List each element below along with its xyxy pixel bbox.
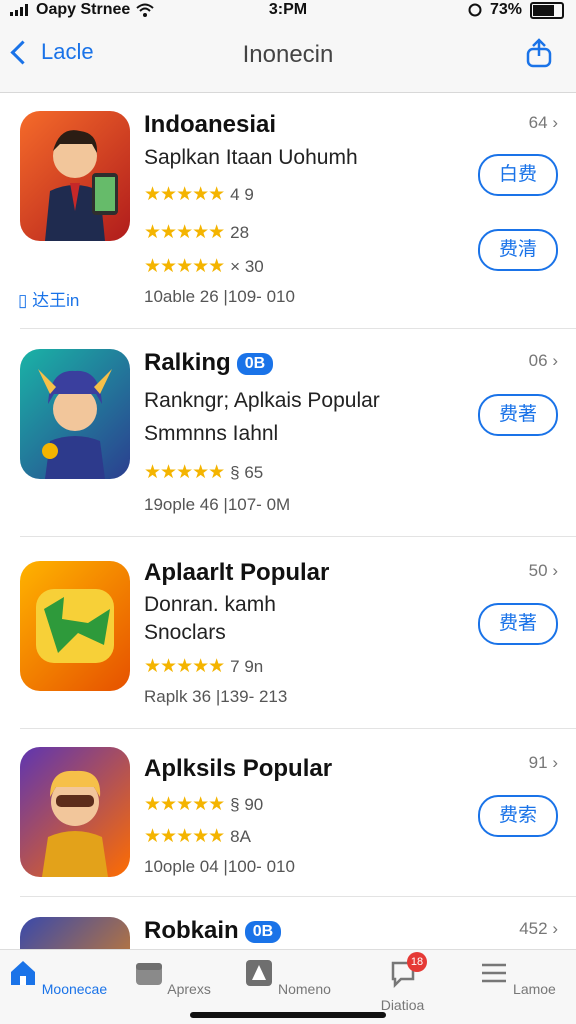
app-meta: 10ople 04 |100- 010: [144, 857, 295, 876]
rating: ★★★★★ § 65: [144, 462, 264, 483]
app-name: Robkain 0B: [144, 917, 282, 945]
rating: ★★★★★ 28: [144, 222, 250, 243]
list-item[interactable]: Indoanesiai Saplkan Itaan Uohumh ★★★★★ 4 …: [0, 93, 576, 329]
get-button[interactable]: 费著: [478, 394, 558, 436]
app-badge: 0B: [236, 352, 274, 375]
app-icon: [20, 917, 130, 949]
home-icon: [10, 961, 35, 985]
rating: ★★★★★ 8A: [144, 826, 251, 847]
app-meta: 10able 26 |109- 010: [144, 287, 295, 306]
star-rating-icon: ★★★★★: [144, 656, 225, 677]
apps-icon: [136, 963, 163, 985]
rank-link[interactable]: 452 ›: [519, 919, 558, 939]
battery-percent: 73%: [489, 1, 522, 18]
battery-icon: [530, 1, 564, 19]
tab-bar: Moonecae Aprexs Nomeno 18 Diatioa Lamoe: [0, 949, 576, 1024]
app-subtitle: Rankngr; Aplkais Popular: [144, 389, 380, 412]
tab-updates[interactable]: 18 Diatioa: [345, 952, 460, 1013]
app-icon: [20, 561, 130, 691]
rank-link[interactable]: 06 ›: [529, 351, 558, 371]
get-button[interactable]: 费索: [478, 795, 558, 837]
page-title: Inonecin: [242, 41, 334, 68]
chevron-right-icon: ›: [552, 919, 558, 938]
navigation-bar: Lacle Inonecin: [0, 22, 576, 93]
rank-link[interactable]: 64 ›: [529, 113, 558, 133]
home-indicator: [190, 1012, 386, 1018]
games-icon: [246, 960, 273, 986]
star-rating-icon: ★★★★★: [144, 222, 225, 243]
list-item[interactable]: Robkain 0B 452 ›: [0, 897, 576, 949]
app-name: Indoanesiai: [144, 111, 277, 138]
app-meta: 19ople 46 |107- 0M: [144, 495, 291, 514]
app-meta: Raplk 36 |139- 213: [144, 687, 288, 706]
app-name: Aplaarlt Popular: [144, 559, 330, 586]
star-rating-icon: ★★★★★: [144, 462, 225, 483]
app-icon: [20, 111, 130, 241]
chevron-right-icon: ›: [552, 561, 558, 580]
get-button[interactable]: 费著: [478, 603, 558, 645]
chevron-right-icon: ›: [552, 351, 558, 370]
orientation-lock-icon: [468, 3, 482, 17]
app-subtitle-2: Snoclars: [144, 621, 226, 644]
tab-home[interactable]: Moonecae: [0, 958, 115, 997]
app-icon: [20, 747, 130, 877]
tab-apps[interactable]: Aprexs: [115, 958, 230, 997]
app-subtitle-2: Smmnns Iahnl: [144, 422, 279, 445]
star-rating-icon: ★★★★★: [144, 826, 225, 847]
status-bar: Oapy Strnee 3:PM 73%: [0, 0, 576, 22]
chevron-right-icon: ›: [552, 113, 558, 132]
rating: ★★★★★ 7 9n: [144, 656, 264, 677]
rank-link[interactable]: 50 ›: [529, 561, 558, 581]
tab-games[interactable]: Nomeno: [230, 958, 345, 997]
get-button[interactable]: 白费: [478, 154, 558, 196]
chevron-right-icon: ›: [552, 753, 558, 772]
app-subtitle: Saplkan Itaan Uohumh: [144, 146, 358, 169]
app-badge: 0B: [244, 920, 282, 943]
app-icon: [20, 349, 130, 479]
rank-link[interactable]: 91 ›: [529, 753, 558, 773]
star-rating-icon: ★★★★★: [144, 256, 225, 277]
share-icon[interactable]: [524, 38, 554, 68]
star-rating-icon: ★★★★★: [144, 794, 225, 815]
tab-menu[interactable]: Lamoe: [460, 958, 575, 997]
notification-badge: 18: [407, 952, 427, 972]
list-item[interactable]: Aplaarlt Popular Donran. kamh Snoclars ★…: [0, 537, 576, 729]
app-name: Ralking 0B: [144, 349, 274, 377]
rating: ★★★★★ 4 9: [144, 184, 254, 205]
star-rating-icon: ★★★★★: [144, 184, 225, 205]
app-subtitle: Donran. kamh: [144, 593, 276, 616]
list-item[interactable]: Ralking 0B Rankngr; Aplkais Popular Smmnn…: [0, 329, 576, 537]
rating: ★★★★★ § 90: [144, 794, 264, 815]
app-name: Aplksils Popular: [144, 755, 333, 782]
rating: ★★★★★ × 30: [144, 256, 264, 277]
side-link[interactable]: ▯ 达王in: [18, 286, 79, 311]
list-item[interactable]: Aplksils Popular ★★★★★ § 90 ★★★★★ 8A 10opl…: [0, 729, 576, 897]
get-button[interactable]: 费清: [478, 229, 558, 271]
menu-icon: [482, 963, 507, 983]
